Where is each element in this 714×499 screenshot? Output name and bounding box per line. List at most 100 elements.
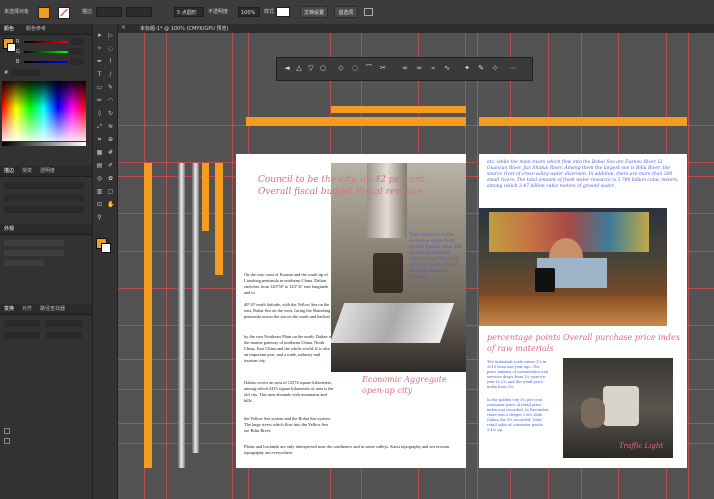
circle-icon[interactable]: ○ [319, 64, 327, 72]
gradient-bar[interactable] [192, 163, 199, 453]
cap-options[interactable] [4, 194, 84, 201]
coffee-photo[interactable]: Traffic Light [563, 358, 673, 458]
rectangle-icon[interactable]: ▭ [96, 84, 103, 91]
rotate-icon[interactable]: ↻ [107, 110, 114, 117]
curvature-icon[interactable]: ⌇ [107, 58, 114, 65]
corner-options[interactable] [4, 206, 84, 213]
tab-pathfinder[interactable]: 路径查找器 [40, 305, 65, 312]
smooth-icon[interactable]: ∿ [443, 64, 451, 72]
tab-color[interactable]: 颜色 [4, 25, 14, 32]
orange-bar[interactable] [246, 117, 466, 126]
orange-bar[interactable] [144, 163, 152, 468]
y-field[interactable] [46, 320, 82, 327]
x-field[interactable] [4, 320, 40, 327]
line-icon[interactable]: / [107, 71, 114, 78]
more-icon[interactable]: ⋯ [509, 64, 517, 72]
fill-swatch[interactable] [38, 7, 50, 19]
mesh-icon[interactable]: # [107, 149, 114, 156]
tab-align[interactable]: 对齐 [22, 305, 32, 312]
pen-plus-icon[interactable]: ✎ [477, 64, 485, 72]
appearance-row[interactable] [4, 240, 64, 246]
paintbrush-icon[interactable]: ✎ [107, 84, 114, 91]
pencil-icon[interactable]: ✏ [96, 97, 103, 104]
width-field[interactable] [4, 332, 40, 339]
average-icon[interactable]: ≈ [415, 64, 423, 72]
style-swatch[interactable] [276, 7, 290, 17]
convert-icon[interactable]: ◌ [351, 64, 359, 72]
orange-bar[interactable] [215, 163, 223, 275]
node-icon[interactable]: ✦ [463, 64, 471, 72]
shape-builder-icon[interactable]: ⊕ [107, 136, 114, 143]
perspective-icon[interactable]: ▦ [96, 149, 103, 156]
tab-appearance[interactable]: 外观 [4, 225, 14, 232]
appearance-row[interactable] [4, 260, 44, 266]
orange-bar[interactable] [331, 106, 466, 113]
free-transform-icon[interactable]: ⌗ [96, 136, 103, 143]
grayscale-ramp[interactable] [2, 142, 86, 146]
tab-transparency[interactable]: 透明度 [40, 167, 55, 174]
color-spectrum[interactable] [2, 81, 86, 141]
variable-width-dropdown[interactable] [126, 7, 152, 17]
gradient-bar[interactable] [178, 163, 185, 468]
red-slider[interactable] [24, 41, 68, 43]
graph-icon[interactable]: ▥ [96, 188, 103, 195]
preferences-button[interactable]: 首选项 [334, 6, 358, 18]
checkbox[interactable] [4, 438, 10, 444]
direct-selection-icon[interactable]: ▷ [107, 32, 114, 39]
gradient-icon[interactable]: ▤ [96, 162, 103, 169]
eyedropper-icon[interactable]: ✐ [107, 162, 114, 169]
zoom-icon[interactable]: ⚲ [96, 214, 103, 221]
appearance-row[interactable] [4, 250, 64, 256]
anchor-icon[interactable]: ◇ [337, 64, 345, 72]
meeting-photo[interactable] [479, 208, 667, 326]
green-slider[interactable] [24, 51, 68, 53]
symbol-sprayer-icon[interactable]: ✿ [107, 175, 114, 182]
artboard-icon[interactable]: ▢ [107, 188, 114, 195]
hex-input[interactable] [10, 69, 40, 76]
magic-wand-icon[interactable]: ✧ [96, 45, 103, 52]
tab-transform[interactable]: 变换 [4, 305, 14, 312]
type-icon[interactable]: T [96, 71, 103, 78]
artboard-right[interactable]: etc. while the main rivers which flow in… [479, 154, 687, 468]
node-edit-icon[interactable]: ⊹ [491, 64, 499, 72]
green-value[interactable] [70, 48, 84, 55]
hand-icon[interactable]: ✋ [107, 201, 114, 208]
selection-icon[interactable]: ➤ [96, 32, 103, 39]
blend-icon[interactable]: ◎ [96, 175, 103, 182]
join-icon[interactable]: ∞ [401, 64, 409, 72]
eraser-icon[interactable]: ◊ [96, 110, 103, 117]
shaper-icon[interactable]: ◠ [107, 97, 114, 104]
tool-stroke-swatch[interactable] [101, 243, 111, 253]
stroke-swatch[interactable] [58, 7, 70, 19]
document-setup-button[interactable]: 文档设置 [300, 6, 328, 18]
orange-bar[interactable] [479, 117, 687, 126]
red-value[interactable] [70, 38, 84, 45]
stroke-weight-field[interactable] [4, 182, 84, 189]
close-tab-icon[interactable]: × [121, 24, 126, 31]
connect-icon[interactable]: ⌁ [429, 64, 437, 72]
pen-icon[interactable]: ✒ [96, 58, 103, 65]
width-icon[interactable]: ≋ [107, 123, 114, 130]
blue-slider[interactable] [24, 61, 68, 63]
arrange-icon[interactable] [364, 8, 373, 16]
stroke-weight-input[interactable] [96, 7, 122, 17]
orange-bar[interactable] [202, 163, 209, 231]
height-field[interactable] [46, 332, 82, 339]
align-left-icon[interactable]: ◄ [283, 64, 291, 72]
scale-icon[interactable]: ⤢ [96, 123, 103, 130]
panel-stroke-swatch[interactable] [7, 43, 16, 52]
document-tab[interactable]: 未标题-1* @ 100% (CMYK/GPU 预览) [140, 25, 228, 32]
tab-gradient[interactable]: 渐变 [22, 167, 32, 174]
cut-icon[interactable]: ✂ [379, 64, 387, 72]
triangle-icon[interactable]: △ [295, 64, 303, 72]
opacity-input[interactable]: 100% [238, 7, 260, 17]
tab-stroke[interactable]: 描边 [4, 167, 14, 174]
tab-color-guide[interactable]: 颜色参考 [26, 25, 46, 32]
lasso-icon[interactable]: ◌ [107, 45, 114, 52]
distribute-icon[interactable]: ▽ [307, 64, 315, 72]
checkbox[interactable] [4, 428, 10, 434]
handle-icon[interactable]: ⌒ [365, 64, 373, 72]
slice-icon[interactable]: ⊡ [96, 201, 103, 208]
brush-dropdown[interactable]: 5 点圆形 [174, 7, 204, 17]
blue-value[interactable] [70, 58, 84, 65]
